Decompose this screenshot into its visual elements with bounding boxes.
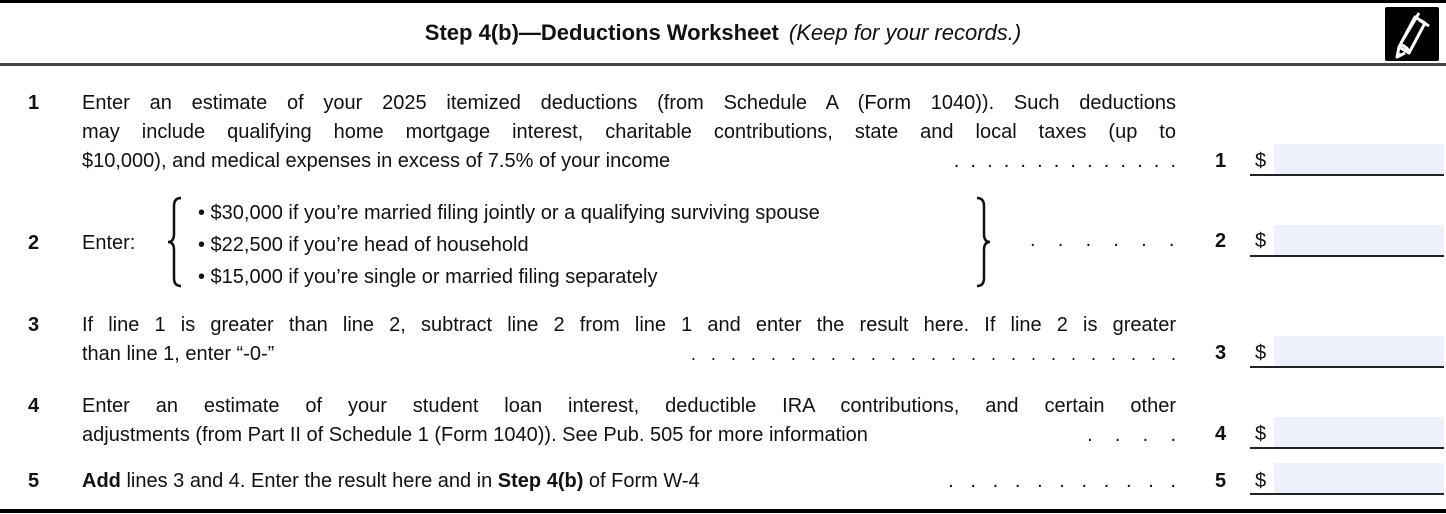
line-1-dollar-sign: $ <box>1255 150 1267 172</box>
line-4-text-a: Enter an estimate of your student loan i… <box>82 395 1176 417</box>
line-4-amount-input[interactable] <box>1274 417 1446 447</box>
line-4-number: 4 <box>28 395 40 417</box>
worksheet-header: Step 4(b)—Deductions Worksheet (Keep for … <box>0 3 1446 63</box>
line-3-amount-field[interactable] <box>1250 336 1446 368</box>
line-2-leader-dots: . . . . . . <box>1030 229 1175 251</box>
line-2-dollar-sign: $ <box>1255 230 1267 252</box>
line-2-ref-number: 2 <box>1215 230 1227 252</box>
line-2-amount-input[interactable] <box>1274 225 1446 255</box>
line-4-amount-field[interactable] <box>1250 417 1446 449</box>
line-3-text: If line 1 is greater than line 2, subtra… <box>82 311 1176 369</box>
line-5-number: 5 <box>28 470 40 492</box>
line-5-text-b: of Form W-4 <box>583 470 700 492</box>
line-1-leader-dots: . . . . . . . . . . . . . . <box>948 150 1176 172</box>
line-1-ref-number: 1 <box>1215 150 1227 172</box>
line-5-dollar-sign: $ <box>1255 470 1267 492</box>
line-5-ref-number: 5 <box>1215 470 1227 492</box>
line-5-amount-field[interactable] <box>1250 463 1446 495</box>
line-1-text-c: $10,000), and medical expenses in excess… <box>82 150 671 172</box>
line-2-options: • $30,000 if you’re married filing joint… <box>198 197 820 293</box>
title-main: Step 4(b)—Deductions Worksheet <box>424 20 779 45</box>
line-4-text: Enter an estimate of your student loan i… <box>82 392 1176 450</box>
bottom-rule <box>0 509 1446 513</box>
header-rule <box>0 63 1446 66</box>
line-3-amount-input[interactable] <box>1274 336 1446 366</box>
line-1-text: Enter an estimate of your 2025 itemized … <box>82 89 1176 176</box>
line-1-text-a: Enter an estimate of your 2025 itemized … <box>82 92 1176 114</box>
line-3-dollar-sign: $ <box>1255 342 1267 364</box>
option-married-jointly: • $30,000 if you’re married filing joint… <box>198 202 820 224</box>
line-4-ref-number: 4 <box>1215 423 1227 445</box>
line-4-text-b: adjustments (from Part II of Schedule 1 … <box>82 424 868 446</box>
line-1-number: 1 <box>28 92 40 114</box>
line-4-leader-dots: . . . . <box>1087 424 1176 446</box>
line-3-text-a: If line 1 is greater than line 2, subtra… <box>82 314 1176 336</box>
option-single: • $15,000 if you’re single or married fi… <box>198 266 658 288</box>
line-5-text-a: lines 3 and 4. Enter the result here and… <box>120 470 498 492</box>
pencil-icon <box>1385 7 1439 61</box>
line-5-step-bold: Step 4(b) <box>497 470 584 492</box>
right-brace <box>974 196 992 294</box>
line-4-dollar-sign: $ <box>1255 423 1267 445</box>
line-1-amount-input[interactable] <box>1274 144 1446 174</box>
line-3-number: 3 <box>28 314 40 336</box>
line-2-amount-field[interactable] <box>1250 225 1446 257</box>
line-5-add-bold: Add <box>82 470 121 492</box>
worksheet-title: Step 4(b)—Deductions Worksheet (Keep for … <box>0 20 1446 46</box>
line-3-text-b: than line 1, enter “-0-” <box>82 343 275 365</box>
line-3-ref-number: 3 <box>1215 342 1227 364</box>
option-head-of-household: • $22,500 if you’re head of household <box>198 234 529 256</box>
title-note: (Keep for your records.) <box>788 20 1022 45</box>
line-5-text: Add lines 3 and 4. Enter the result here… <box>82 467 1176 496</box>
line-5-leader-dots: . . . . . . . . . . . <box>942 470 1176 492</box>
line-2-number: 2 <box>28 232 40 254</box>
line-3-leader-dots: . . . . . . . . . . . . . . . . . . . . … <box>690 344 1176 364</box>
line-2-label: Enter: <box>82 232 136 254</box>
line-1-amount-field[interactable] <box>1250 144 1446 176</box>
left-brace <box>166 196 184 294</box>
line-1-text-b: may include qualifying home mortgage int… <box>82 121 1176 143</box>
line-5-amount-input[interactable] <box>1274 463 1446 493</box>
